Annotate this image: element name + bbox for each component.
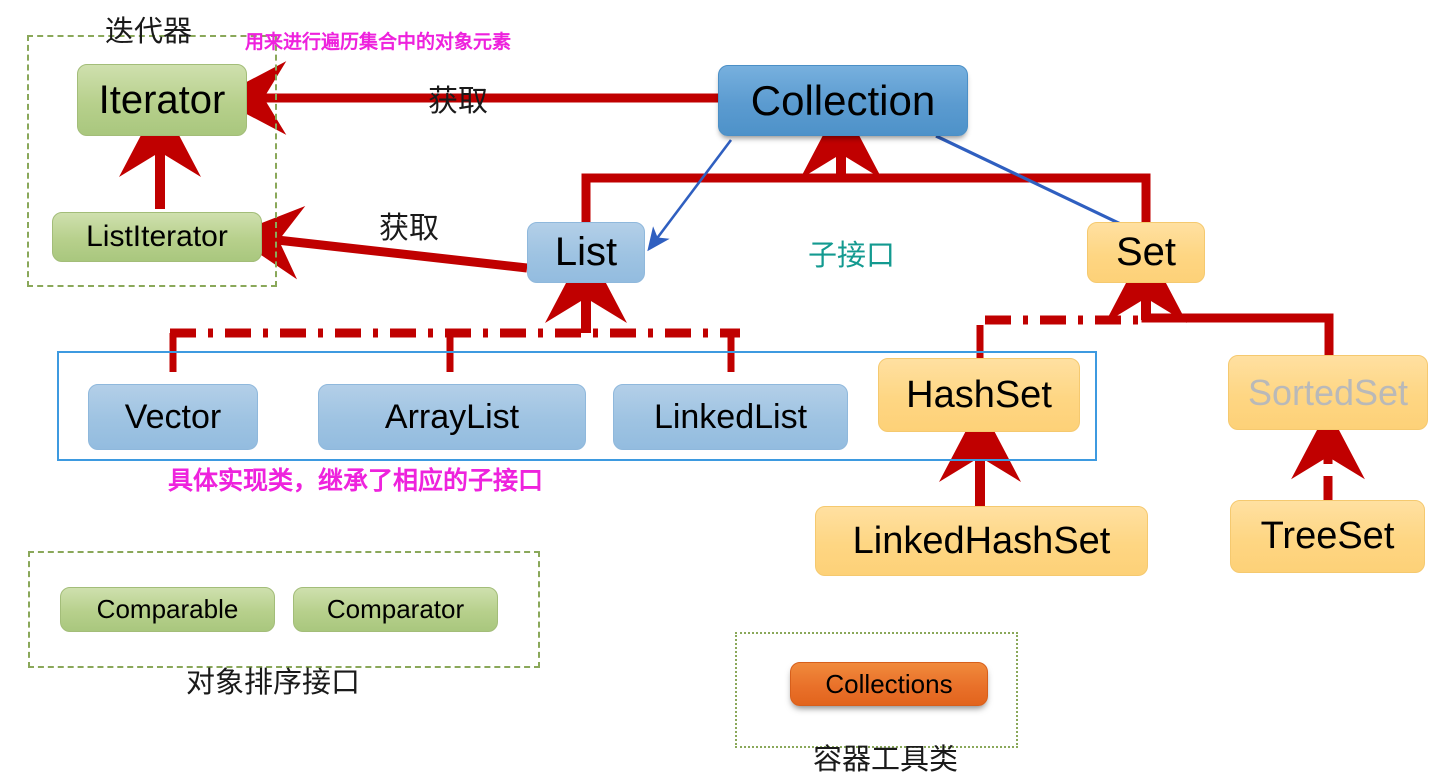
caption-sub-interface: 子接口	[808, 240, 896, 272]
caption-get-iterator: 获取	[428, 85, 488, 118]
caption-iterator-note: 用来进行遍历集合中的对象元素	[245, 32, 512, 53]
caption-sorting-group: 对象排序接口	[186, 667, 361, 699]
node-linkedlist[interactable]: LinkedList	[613, 384, 848, 450]
node-linkedhashset[interactable]: LinkedHashSet	[815, 506, 1148, 576]
node-sortedset[interactable]: SortedSet	[1228, 355, 1428, 430]
node-set[interactable]: Set	[1087, 222, 1205, 283]
node-hashset[interactable]: HashSet	[878, 358, 1080, 432]
node-listiterator[interactable]: ListIterator	[52, 212, 262, 262]
node-list[interactable]: List	[527, 222, 645, 283]
caption-iterator-group: 迭代器	[105, 16, 193, 48]
node-comparable[interactable]: Comparable	[60, 587, 275, 632]
diagram-canvas: Iterator ListIterator Collection List Se…	[0, 0, 1449, 776]
edge-list-to-collection-bus	[581, 173, 1151, 222]
caption-get-listiterator: 获取	[379, 212, 439, 245]
node-arraylist[interactable]: ArrayList	[318, 384, 586, 450]
edge-sortedset-to-set	[1141, 300, 1334, 355]
node-collection[interactable]: Collection	[718, 65, 968, 136]
caption-utility-group: 容器工具类	[813, 744, 959, 776]
caption-implementation-note: 具体实现类，继承了相应的子接口	[168, 467, 544, 495]
node-collections[interactable]: Collections	[790, 662, 988, 706]
node-iterator[interactable]: Iterator	[77, 64, 247, 136]
edge-collection-to-list-blue	[647, 139, 733, 252]
node-treeset[interactable]: TreeSet	[1230, 500, 1425, 573]
node-vector[interactable]: Vector	[88, 384, 258, 450]
node-comparator[interactable]: Comparator	[293, 587, 498, 632]
